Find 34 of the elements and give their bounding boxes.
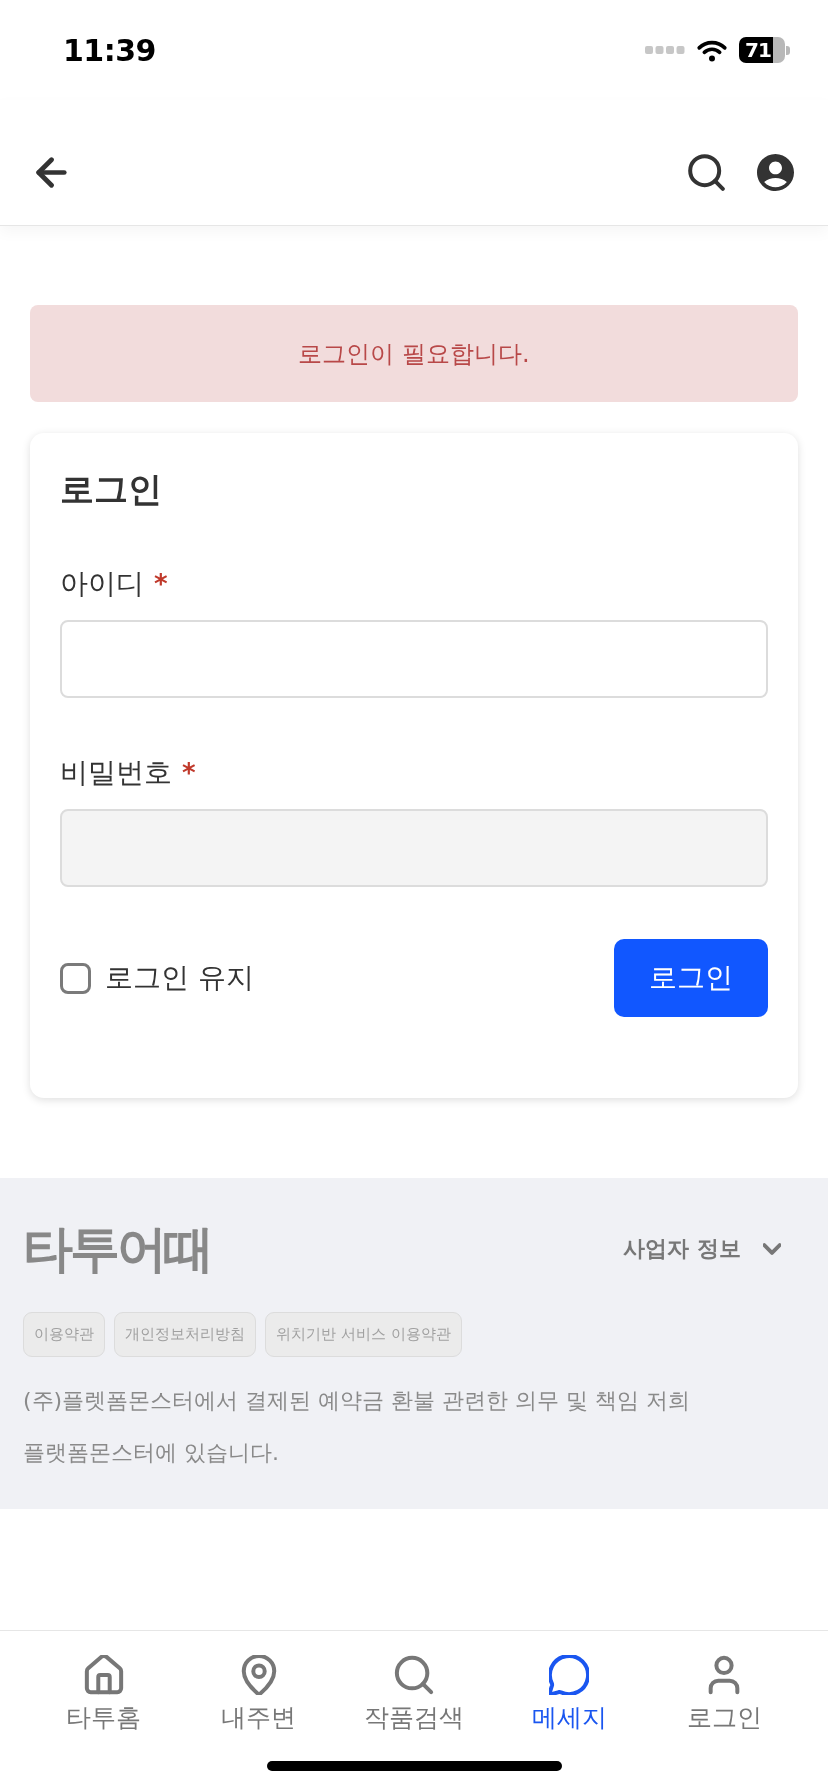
password-field[interactable] [60,809,768,887]
speech-bubble-icon [549,1655,590,1695]
tab-item[interactable]: 작품검색 [336,1655,492,1733]
alert-message: 로그인이 필요합니다. [298,338,530,370]
footer-link[interactable]: 이용약관 [23,1312,105,1357]
field-label: 아이디 [60,566,144,602]
search-icon [688,154,725,191]
house-icon [83,1655,124,1695]
signal-icon [645,46,685,54]
wifi-icon [696,38,728,62]
tab-item[interactable]: 내주변 [181,1655,337,1733]
required-mark: * [154,568,168,601]
remember-checkbox[interactable] [60,962,91,994]
chevron-down-icon [763,1240,781,1258]
footer-link[interactable]: 위치기반 서비스 이용약관 [265,1312,462,1357]
search-icon [394,1655,434,1695]
refund-notice: (주)플렛폼몬스터에서 결제된 예약금 환불 관련한 의무 및 책임 저희 플랫폼몬스터에 있습니다. [23,1387,692,1467]
text-field[interactable] [60,620,768,698]
brand-logo: 타투어때 [23,1221,211,1277]
business-info-toggle[interactable]: 사업자 정보 [623,1234,805,1264]
required-mark: * [182,757,196,790]
tab-item[interactable]: 로그인 [646,1655,802,1733]
tab-item[interactable]: 타투홈 [26,1655,182,1733]
battery-indicator: 71 [739,37,790,63]
remember-label: 로그인 유지 [105,960,254,996]
login-button[interactable]: 로그인 [614,939,768,1017]
profile-button[interactable] [757,154,794,191]
status-time: 11:39 [63,32,156,68]
field-label: 비밀번호 [60,755,172,791]
footer-link[interactable]: 개인정보처리방침 [114,1312,256,1357]
login-title: 로그인 [60,469,163,509]
tab-item[interactable]: 메세지 [491,1655,647,1733]
back-button[interactable] [36,157,67,188]
search-button[interactable] [688,154,725,191]
